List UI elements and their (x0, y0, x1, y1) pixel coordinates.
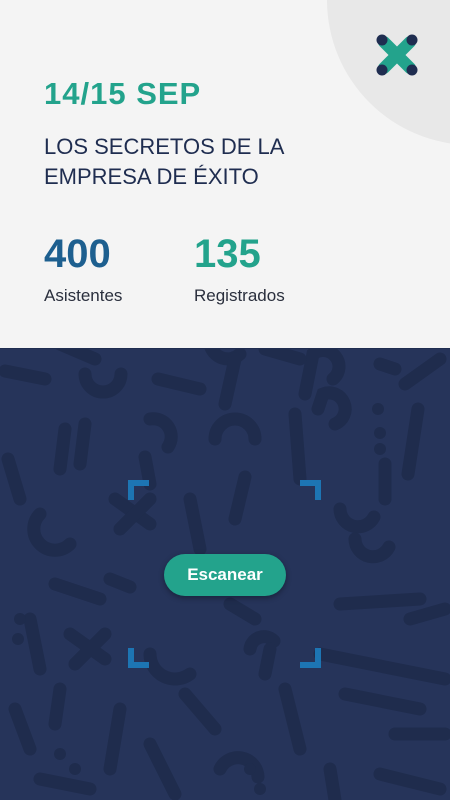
scanner-area[interactable]: Escanear (0, 349, 450, 800)
scan-button[interactable]: Escanear (164, 554, 286, 596)
registered-count: 135 (194, 232, 261, 276)
event-title: LOS SECRETOS DE LA EMPRESA DE ÉXITO (44, 134, 284, 189)
event-date: 14/15 SEP (44, 76, 202, 111)
registered-label: Registrados (194, 286, 285, 305)
attendees-count: 400 (44, 232, 111, 276)
x-logo-icon (376, 34, 418, 76)
attendees-label: Asistentes (44, 286, 123, 305)
event-header: 14/15 SEP LOS SECRETOS DE LA EMPRESA DE … (0, 0, 450, 349)
